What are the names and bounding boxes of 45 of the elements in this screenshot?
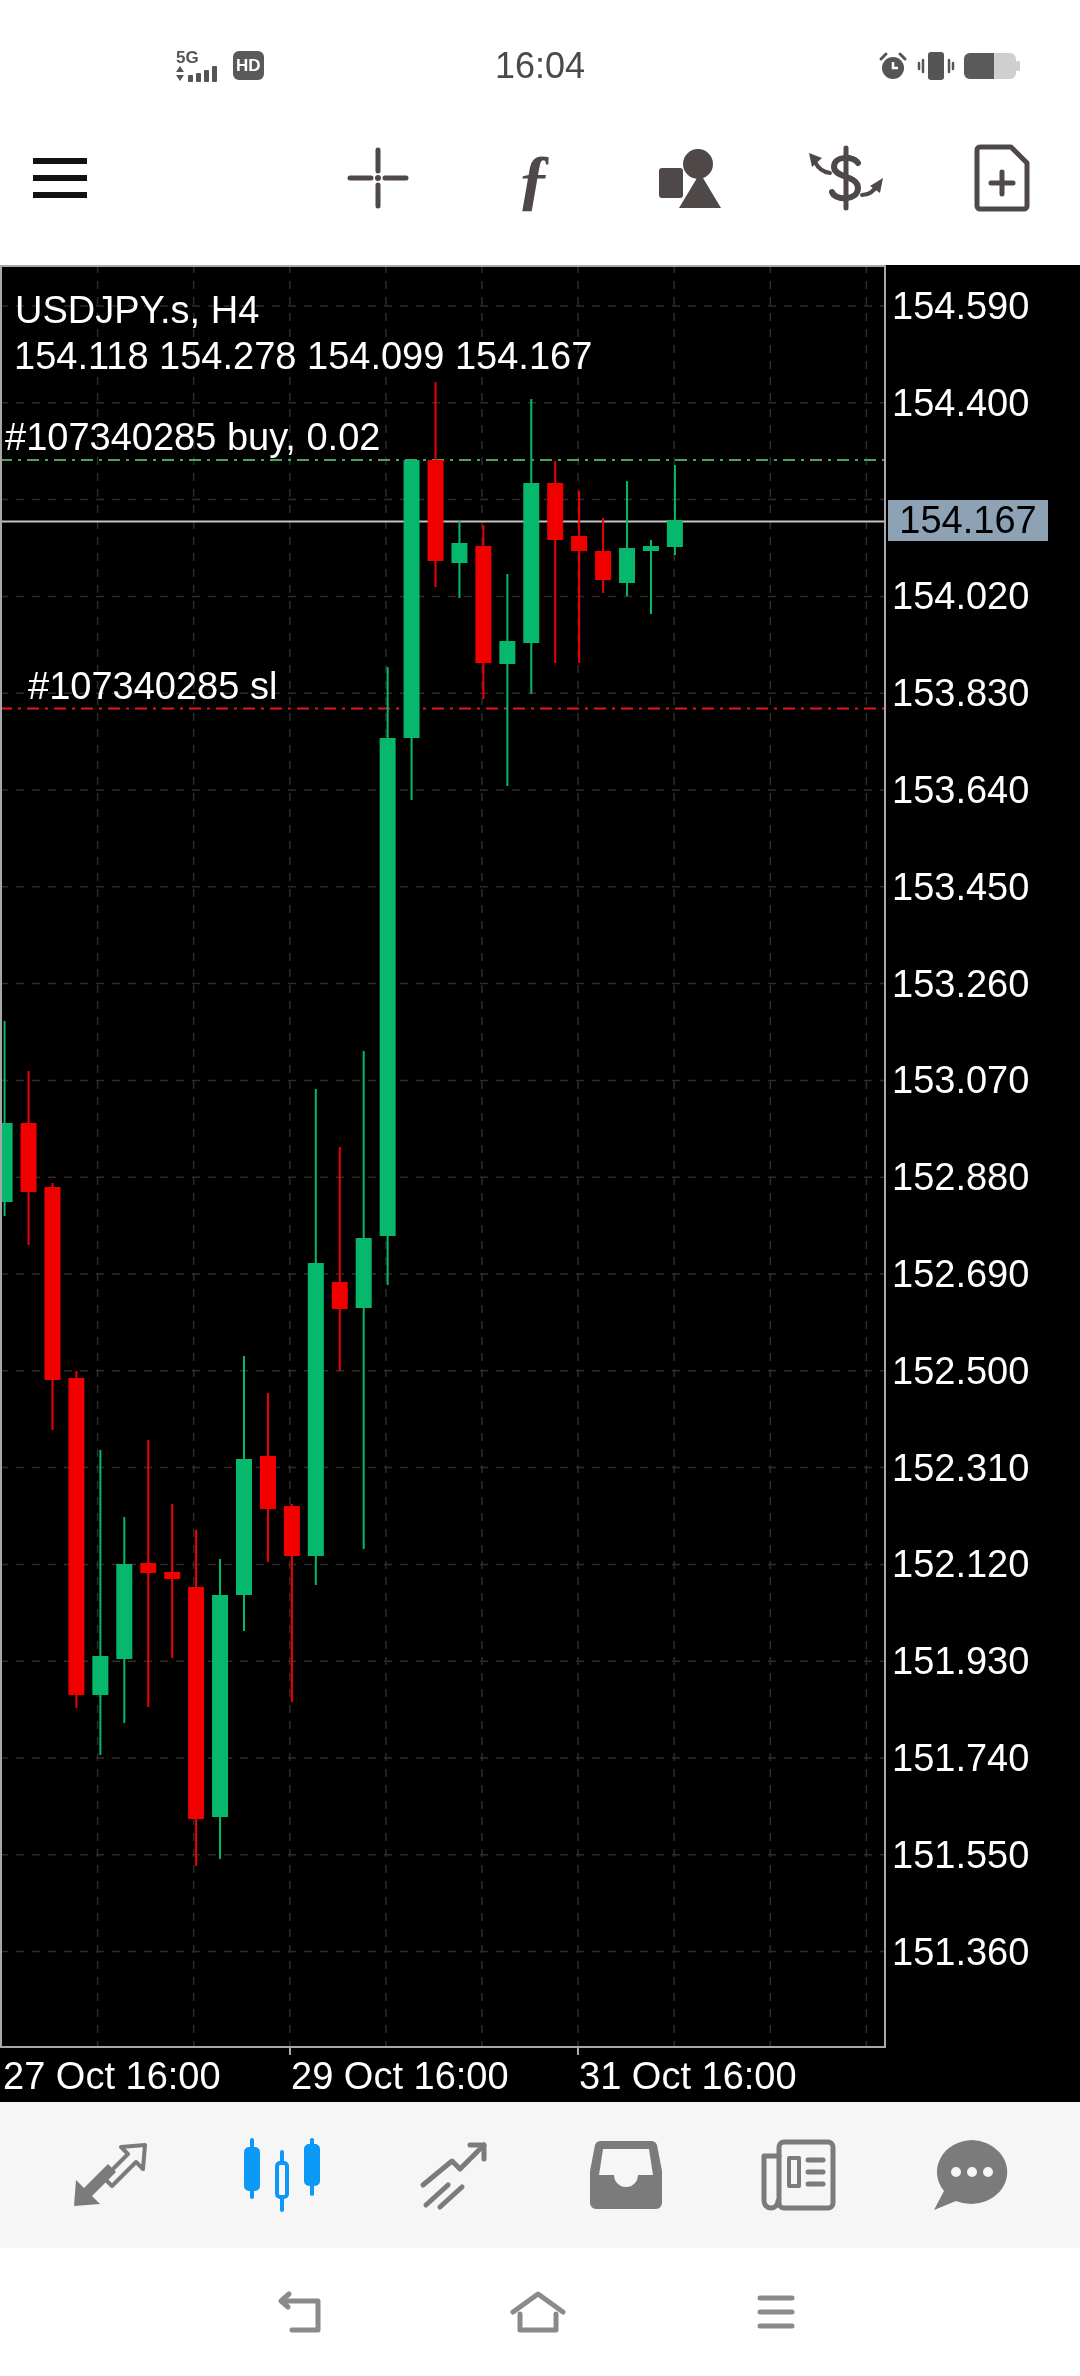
back-icon[interactable] <box>276 2290 324 2334</box>
time-axis-label: 27 Oct 16:00 <box>3 2054 221 2098</box>
stop-loss-label: #107340285 sl <box>28 664 278 708</box>
shapes-icon[interactable] <box>659 148 721 208</box>
price-axis-label: 151.360 <box>892 1929 1030 1974</box>
position-label: #107340285 buy, 0.02 <box>5 415 381 459</box>
price-axis-label: 152.500 <box>892 1348 1030 1393</box>
new-document-icon[interactable] <box>974 144 1030 212</box>
price-axis-label: 153.640 <box>892 768 1030 812</box>
chat-bubble-icon[interactable] <box>932 2139 1008 2211</box>
price-axis-label: 152.690 <box>892 1252 1030 1296</box>
status-time: 16:04 <box>494 44 586 87</box>
time-axis-label: 31 Oct 16:00 <box>579 2054 797 2098</box>
menu-icon[interactable] <box>33 158 87 198</box>
price-axis-label: 154.400 <box>892 380 1030 425</box>
vibrate-icon <box>917 50 955 81</box>
price-axis-label: 151.550 <box>892 1832 1030 1877</box>
price-axis-label: 154.020 <box>892 574 1030 619</box>
inbox-icon[interactable] <box>590 2141 662 2209</box>
candlestick-icon[interactable] <box>244 2137 320 2213</box>
dollar-exchange-icon[interactable] <box>808 145 884 211</box>
double-arrow-icon[interactable] <box>72 2142 148 2208</box>
price-axis-label: 151.740 <box>892 1736 1030 1780</box>
alarm-clock-icon <box>878 50 908 81</box>
price-axis-label: 152.120 <box>892 1542 1030 1587</box>
price-axis-label: 153.260 <box>892 961 1030 1006</box>
symbol-timeframe-label: USDJPY.s, H4 <box>15 288 260 332</box>
price-axis-label: 154.590 <box>892 284 1030 328</box>
price-axis-label: 151.930 <box>892 1639 1030 1684</box>
current-price-label: 154.167 <box>888 500 1048 541</box>
price-axis-label: 153.830 <box>892 671 1030 716</box>
price-axis-label: 152.310 <box>892 1445 1030 1490</box>
network-type-label: 5G <box>176 49 199 65</box>
hd-indicator: HD <box>233 51 264 80</box>
newspaper-icon[interactable] <box>760 2139 836 2211</box>
price-axis-label: 152.880 <box>892 1155 1030 1200</box>
trend-arrow-icon[interactable] <box>418 2139 490 2211</box>
battery-icon <box>964 52 1020 79</box>
signal-icon <box>176 65 220 82</box>
ohlc-values: 154.118 154.278 154.099 154.167 <box>14 334 593 378</box>
time-axis-label: 29 Oct 16:00 <box>291 2054 509 2098</box>
crosshair-icon[interactable] <box>347 147 409 209</box>
price-axis-label: 153.450 <box>892 864 1030 909</box>
price-axis-label: 153.070 <box>892 1058 1030 1103</box>
home-icon[interactable] <box>509 2290 567 2334</box>
